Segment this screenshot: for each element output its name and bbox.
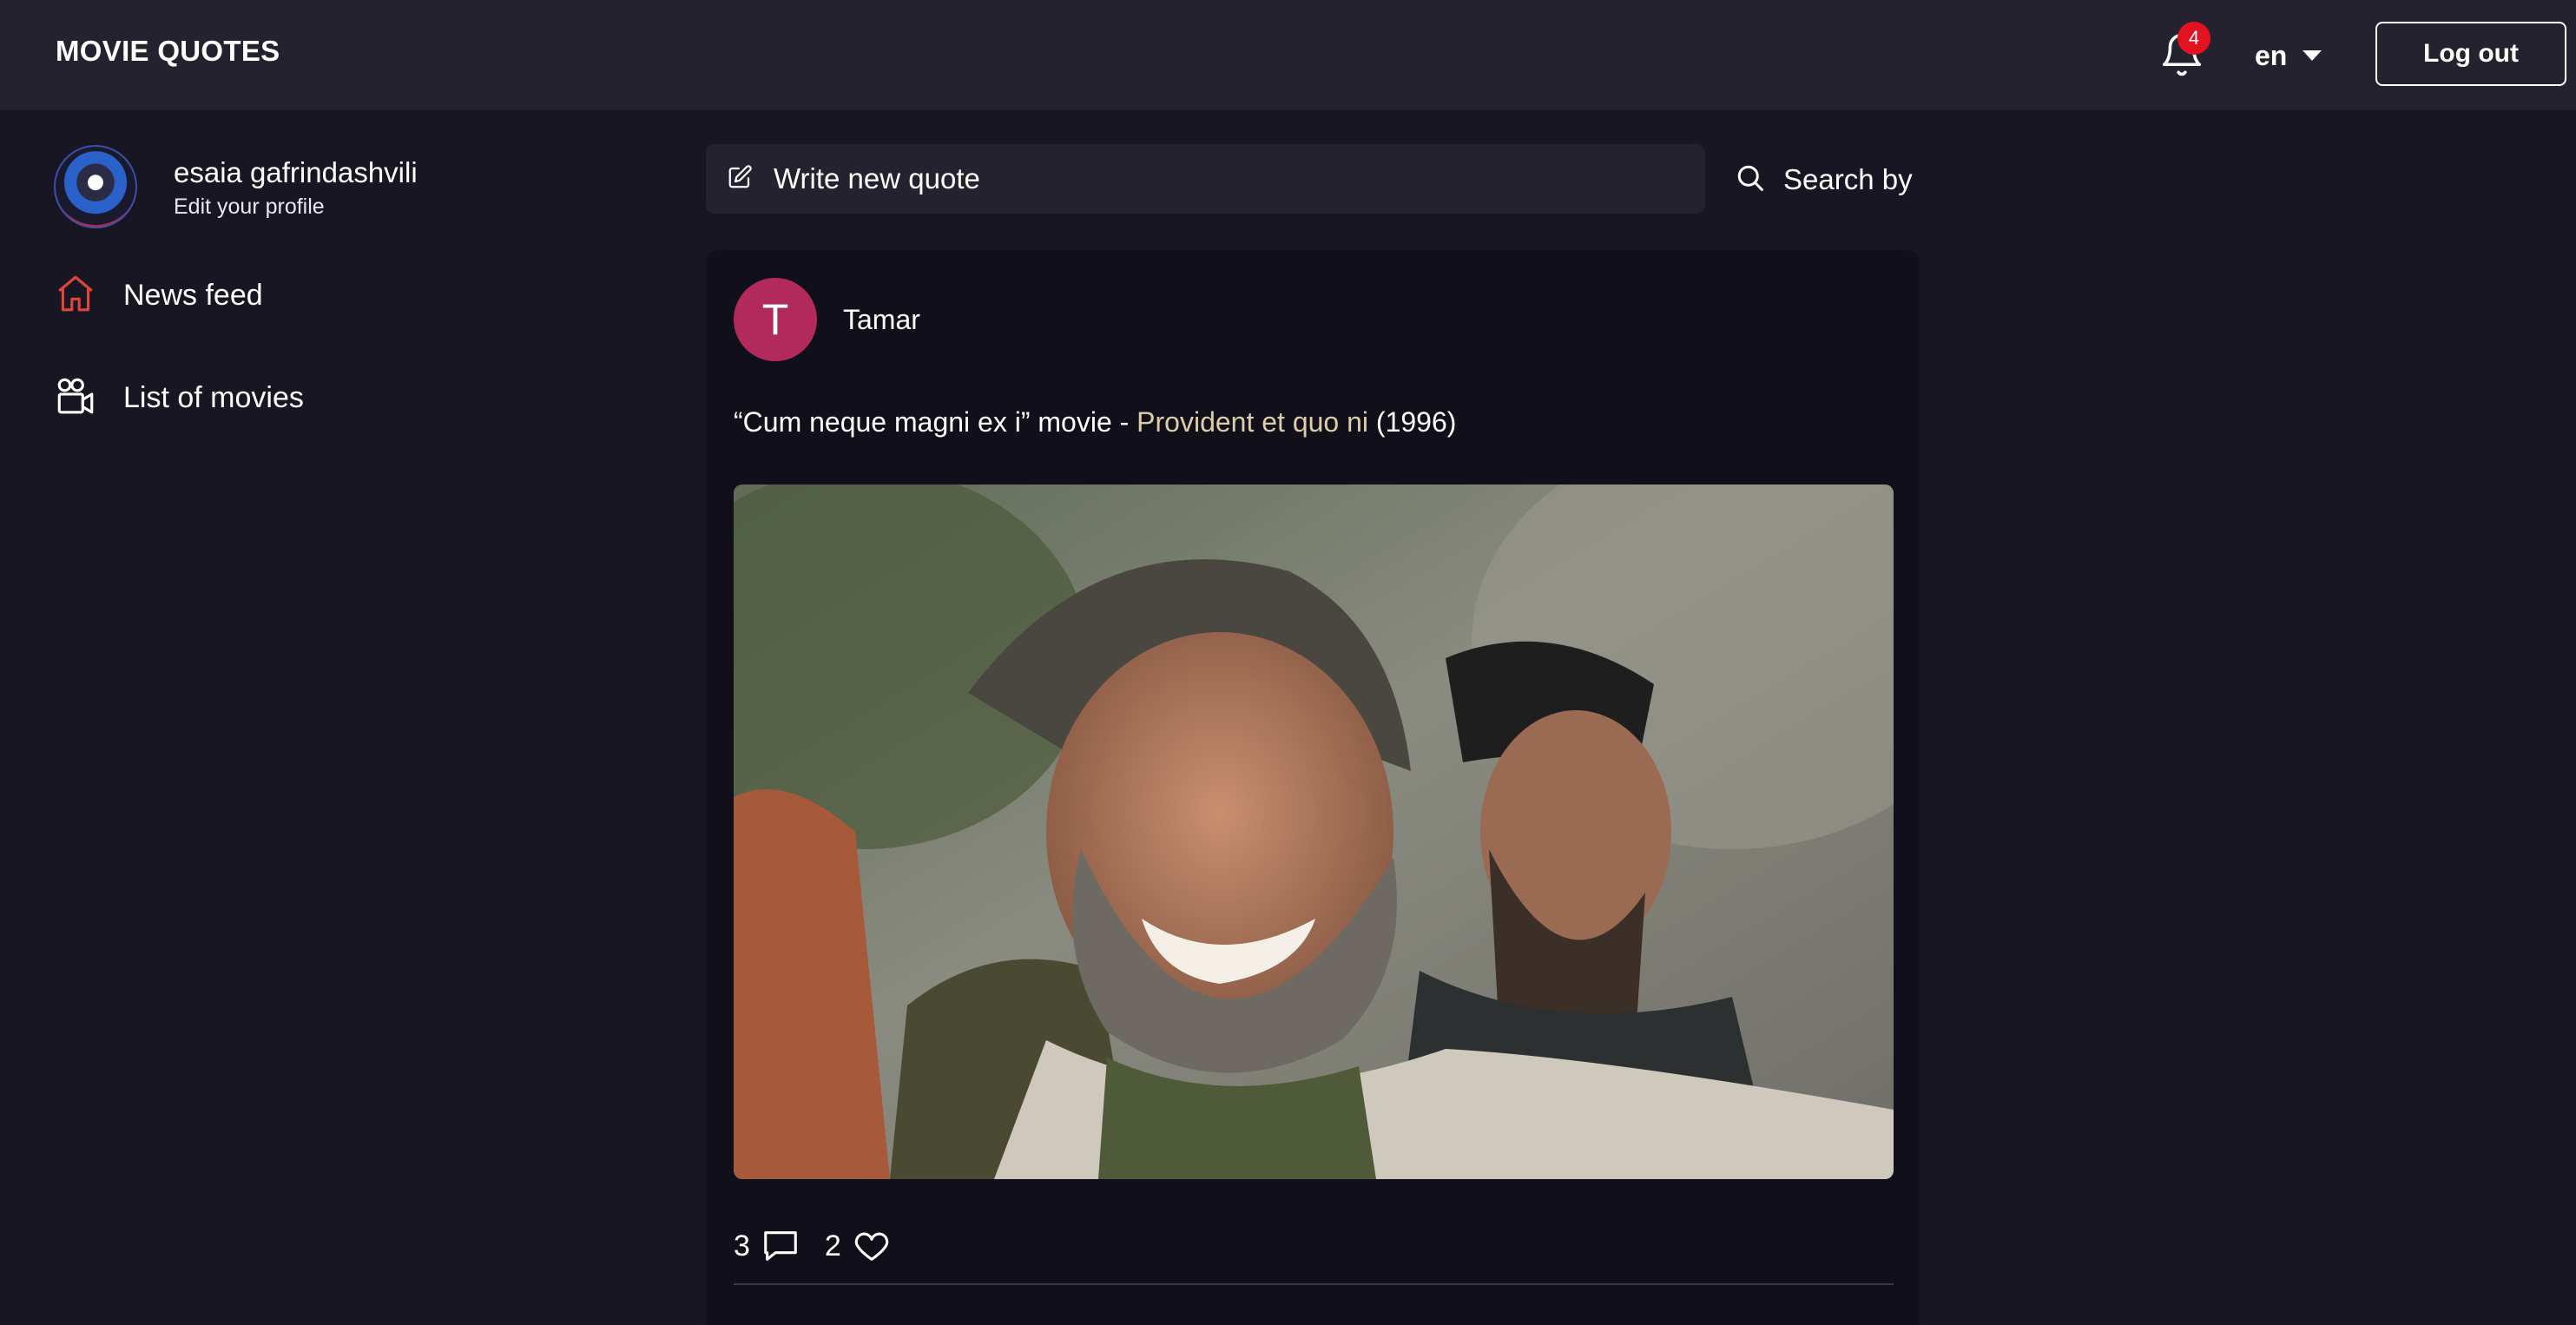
author-name[interactable]: Tamar: [843, 304, 920, 336]
sidebar-item-label: List of movies: [123, 380, 304, 414]
brand-logo[interactable]: MOVIE QUOTES: [56, 35, 280, 68]
write-new-quote-label: Write new quote: [774, 162, 980, 194]
quote-post-card: T Tamar “Cum neque magni ex i” movie - P…: [706, 250, 1920, 1325]
post-stats: 3 2: [734, 1223, 916, 1269]
comment-icon[interactable]: [761, 1226, 800, 1266]
sidebar-item-list-of-movies[interactable]: List of movies: [54, 372, 304, 424]
sidebar: esaia gafrindashvili Edit your profile N…: [0, 110, 660, 1325]
quote-prefix: “Cum neque magni ex i” movie -: [734, 406, 1137, 438]
chevron-down-icon: [2303, 50, 2322, 61]
edit-profile-link[interactable]: Edit your profile: [174, 194, 325, 220]
movie-title-link[interactable]: Provident et quo ni: [1136, 406, 1368, 438]
likes-count: 2: [824, 1229, 841, 1262]
language-label: en: [2255, 39, 2288, 71]
search-button[interactable]: Search by: [1735, 156, 1913, 203]
comments-count: 3: [734, 1229, 750, 1262]
user-avatar[interactable]: [54, 145, 137, 228]
home-icon: [54, 272, 97, 320]
quote-text: “Cum neque magni ex i” movie - Provident…: [734, 406, 1456, 438]
top-header: MOVIE QUOTES 4 en Log out: [0, 0, 2576, 110]
sidebar-item-news-feed[interactable]: News feed: [54, 269, 263, 321]
pencil-icon: [706, 164, 774, 194]
sidebar-item-label: News feed: [123, 278, 263, 312]
heart-icon[interactable]: [852, 1226, 892, 1266]
author-avatar[interactable]: T: [734, 278, 817, 361]
profile-name: esaia gafrindashvili: [174, 156, 418, 188]
search-icon: [1735, 162, 1766, 198]
logout-button[interactable]: Log out: [2375, 22, 2566, 86]
notification-count-badge: 4: [2177, 22, 2210, 55]
divider: [734, 1283, 1894, 1285]
search-label: Search by: [1783, 163, 1913, 195]
quote-image: [734, 485, 1894, 1179]
movie-camera-icon: [54, 374, 97, 422]
movie-year: (1996): [1368, 406, 1457, 438]
write-new-quote-button[interactable]: Write new quote: [706, 144, 1705, 214]
language-select[interactable]: en: [2255, 35, 2322, 76]
